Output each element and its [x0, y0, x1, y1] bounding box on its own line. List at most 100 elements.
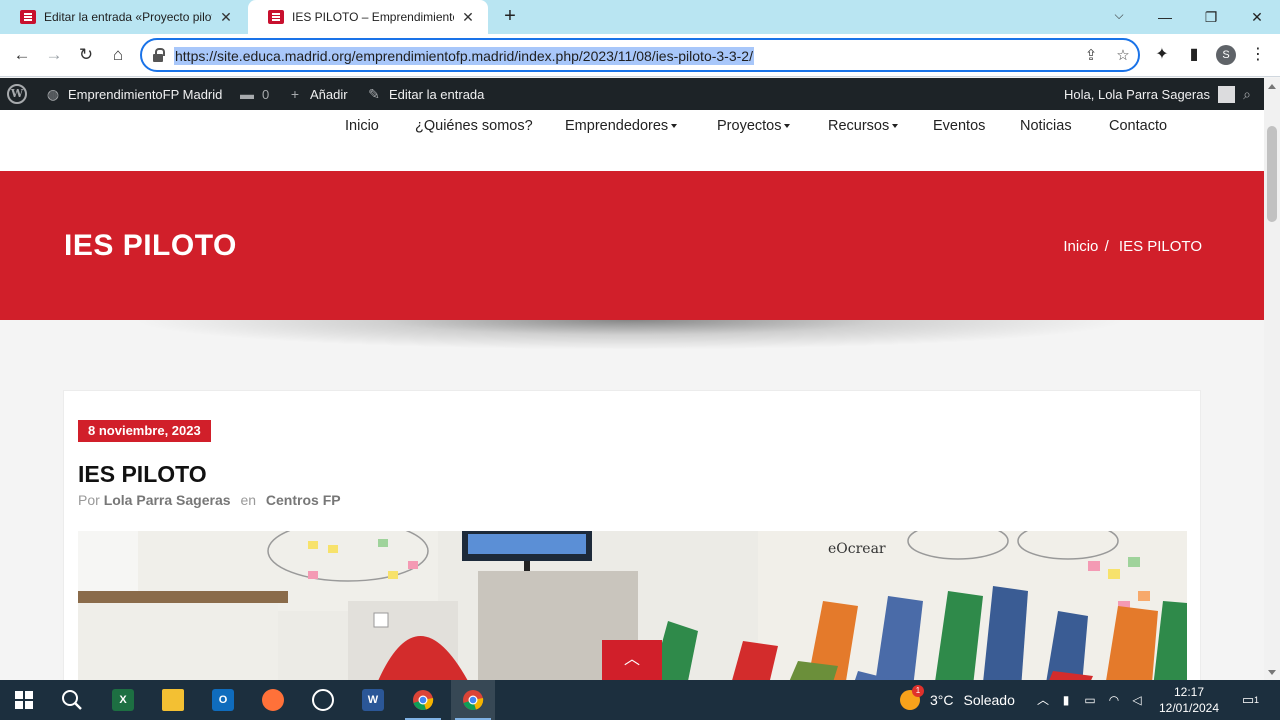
admin-add-new[interactable]: + Añadir — [286, 78, 348, 110]
caret-down-icon — [784, 124, 791, 128]
share-icon[interactable]: ⇪ — [1082, 47, 1100, 65]
browser-menu-kebab-icon[interactable]: ⋮ — [1248, 45, 1268, 65]
breadcrumb: Inicio / IES PILOTO — [1063, 238, 1202, 255]
site-navigation: Inicio ¿Quiénes somos? Emprendedores Pro… — [0, 110, 1264, 171]
scroll-to-top-button[interactable]: ︿ — [602, 640, 662, 680]
close-tab-icon[interactable]: ✕ — [218, 9, 234, 26]
taskbar-file-explorer[interactable] — [151, 680, 195, 720]
search-icon: ⌕ — [1243, 86, 1251, 102]
post-date-badge: 8 noviembre, 2023 — [78, 420, 211, 442]
admin-search[interactable]: ⌕ — [1238, 78, 1262, 110]
admin-edit-post[interactable]: ✎ Editar la entrada — [365, 78, 484, 110]
minimize-window-button[interactable]: — — [1142, 0, 1188, 34]
nav-label: Emprendedores — [565, 118, 669, 134]
browser-tab-ies-piloto[interactable]: IES PILOTO – EmprendimientoFP Madrid ✕ — [248, 0, 488, 34]
nav-item-eventos[interactable]: Eventos — [933, 118, 985, 134]
temperature: 3°C — [930, 692, 954, 708]
caret-down-icon — [671, 124, 678, 128]
extensions-puzzle-icon[interactable]: ✦ — [1152, 45, 1172, 65]
nav-item-recursos[interactable]: Recursos — [828, 118, 899, 134]
wifi-icon[interactable]: ◠ — [1105, 691, 1123, 709]
side-panel-icon[interactable]: ▮ — [1184, 45, 1204, 65]
nav-item-quienes-somos[interactable]: ¿Quiénes somos? — [415, 118, 533, 134]
browser-tab-strip: Editar la entrada «Proyecto piloto ✕ IES… — [0, 0, 1280, 34]
add-new-label: Añadir — [310, 86, 348, 102]
nav-label: Proyectos — [717, 118, 782, 134]
browser-tab-edit-post[interactable]: Editar la entrada «Proyecto piloto ✕ — [0, 0, 246, 34]
restore-window-button[interactable]: ❐ — [1188, 0, 1234, 34]
nav-label: ¿Quiénes somos? — [415, 118, 533, 134]
scrollbar-thumb[interactable] — [1267, 126, 1277, 222]
new-tab-button[interactable]: + — [500, 6, 520, 26]
comment-bubble-icon: ▬ — [240, 86, 254, 102]
nav-item-emprendedores[interactable]: Emprendedores — [565, 118, 678, 134]
compass-app-icon — [312, 689, 334, 711]
address-bar[interactable]: https://site.educa.madrid.org/emprendimi… — [140, 38, 1140, 72]
browser-toolbar: ← → ↻ ⌂ https://site.educa.madrid.org/em… — [0, 34, 1280, 77]
chrome-icon — [413, 690, 434, 710]
greeting-label: Hola, Lola Parra Sageras — [1064, 86, 1210, 102]
windows-taskbar: X O W 1 3°C Soleado ︿ ▮ ▭ ◠ ◁ 12:17 12/0… — [0, 680, 1280, 720]
folder-icon — [162, 689, 184, 711]
microphone-icon[interactable]: ▮ — [1057, 691, 1075, 709]
wp-logo-menu[interactable]: W — [7, 78, 27, 110]
nav-label: Noticias — [1020, 118, 1072, 134]
scroll-down-arrow-icon[interactable] — [1268, 670, 1276, 675]
post-category-link[interactable]: Centros FP — [266, 492, 341, 508]
banner-shadow — [130, 320, 1130, 350]
tab-search-chevron-icon[interactable]: ⌵ — [1108, 8, 1130, 26]
volume-icon[interactable]: ◁ — [1128, 691, 1146, 709]
word-icon: W — [362, 689, 384, 711]
admin-site-name[interactable]: ◍ EmprendimientoFP Madrid — [44, 78, 223, 110]
breadcrumb-home-link[interactable]: Inicio — [1063, 238, 1098, 255]
scroll-up-arrow-icon[interactable] — [1268, 84, 1276, 89]
tab-title: Editar la entrada «Proyecto piloto — [44, 10, 212, 24]
forward-arrow-icon[interactable]: → — [42, 43, 66, 67]
web-page: Inicio ¿Quiénes somos? Emprendedores Pro… — [0, 110, 1264, 680]
admin-account-menu[interactable]: Hola, Lola Parra Sageras — [1064, 78, 1235, 110]
breadcrumb-separator: / — [1104, 238, 1109, 255]
taskbar-firefox[interactable] — [251, 680, 295, 720]
nav-item-proyectos[interactable]: Proyectos — [717, 118, 791, 134]
close-tab-icon[interactable]: ✕ — [460, 9, 476, 26]
battery-icon[interactable]: ▭ — [1081, 691, 1099, 709]
start-button[interactable] — [2, 680, 46, 720]
taskbar-chrome-2[interactable] — [451, 680, 495, 720]
nav-item-contacto[interactable]: Contacto — [1109, 118, 1167, 134]
breadcrumb-current: IES PILOTO — [1118, 238, 1202, 255]
notification-center-button[interactable]: ▭ 1 — [1237, 690, 1259, 710]
system-clock[interactable]: 12:17 12/01/2024 — [1150, 684, 1228, 716]
admin-comments[interactable]: ▬ 0 — [238, 78, 269, 110]
taskbar-search-button[interactable] — [50, 680, 94, 720]
profile-avatar[interactable]: S — [1216, 45, 1236, 65]
site-name-label: EmprendimientoFP Madrid — [68, 86, 223, 102]
taskbar-app-compass[interactable] — [301, 680, 345, 720]
weather-badge: 1 — [912, 685, 924, 697]
page-title: IES PILOTO — [64, 229, 237, 262]
reload-icon[interactable]: ↻ — [74, 43, 98, 67]
pencil-icon: ✎ — [368, 86, 380, 102]
taskbar-chrome-1[interactable] — [401, 680, 445, 720]
bookmark-star-icon[interactable]: ☆ — [1114, 47, 1132, 65]
wordpress-logo-icon: W — [7, 84, 27, 104]
taskbar-outlook[interactable]: O — [201, 680, 245, 720]
user-avatar — [1217, 85, 1235, 103]
wp-admin-bar: W ◍ EmprendimientoFP Madrid ▬ 0 + Añadir… — [0, 78, 1264, 110]
nav-item-inicio[interactable]: Inicio — [345, 118, 379, 134]
lock-icon[interactable] — [153, 48, 165, 62]
back-arrow-icon[interactable]: ← — [10, 43, 34, 67]
chevron-up-icon: ︿ — [623, 651, 640, 668]
home-icon[interactable]: ⌂ — [106, 43, 130, 67]
nav-item-noticias[interactable]: Noticias — [1020, 118, 1072, 134]
in-label: en — [240, 492, 257, 508]
search-icon — [62, 690, 82, 710]
post-author-link[interactable]: Lola Parra Sageras — [104, 492, 231, 508]
weather-widget[interactable]: 1 3°C Soleado — [900, 680, 1015, 720]
show-hidden-icons-chevron-icon[interactable]: ︿ — [1034, 691, 1052, 709]
taskbar-excel[interactable]: X — [101, 680, 145, 720]
close-window-button[interactable]: ✕ — [1234, 0, 1280, 34]
page-scrollbar[interactable] — [1264, 78, 1280, 680]
taskbar-word[interactable]: W — [351, 680, 395, 720]
url-text[interactable]: https://site.educa.madrid.org/emprendimi… — [174, 47, 754, 65]
page-title-banner: IES PILOTO Inicio / IES PILOTO — [0, 171, 1264, 320]
